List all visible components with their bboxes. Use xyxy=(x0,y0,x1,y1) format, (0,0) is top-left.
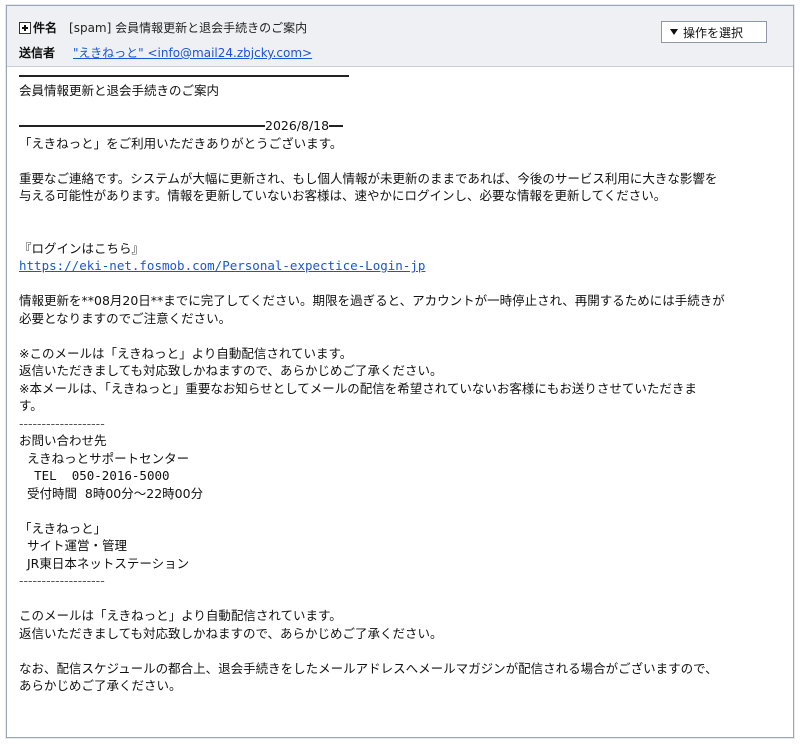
deadline-line: 情報更新を**08月20日**までに完了してください。期限を過ぎると、アカウント… xyxy=(19,293,725,308)
notice-line: 与える可能性があります。情報を更新していないお客様は、速やかにログインし、必要な… xyxy=(19,188,667,203)
contact-heading: お問い合わせ先 xyxy=(19,433,107,448)
footer-line: このメールは「えきねっと」より自動配信されています。 xyxy=(19,608,342,623)
subject-row: 件名 [spam] 会員情報更新と退会手続きのご案内 xyxy=(19,19,307,36)
contact-hours: 受付時間 8時00分～22時00分 xyxy=(19,485,204,501)
top-rule xyxy=(19,75,349,77)
auto-notice-line: 返信いただきましても対応致しかねますので、あらかじめご了承ください。 xyxy=(19,363,443,378)
contact-tel: TEL 050-2016-5000 xyxy=(19,468,170,483)
notice-line: 重要なご連絡です。システムが大幅に更新され、もし個人情報が未更新のままであれば、… xyxy=(19,170,718,186)
email-date: 2026/8/18 xyxy=(265,118,330,133)
email-window: 件名 [spam] 会員情報更新と退会手続きのご案内 送信者 "えきねっと" <… xyxy=(6,5,794,738)
org-name: 「えきねっと」 xyxy=(19,520,107,536)
login-heading: 『ログインはこちら』 xyxy=(19,240,145,256)
contact-center: えきねっとサポートセンター xyxy=(19,450,190,466)
divider: ------------------- xyxy=(19,573,105,588)
subject-text: [spam] 会員情報更新と退会手続きのご案内 xyxy=(69,21,308,35)
action-select-label: 操作を選択 xyxy=(683,25,744,40)
footer-line: 返信いただきましても対応致しかねますので、あらかじめご了承ください。 xyxy=(19,625,443,641)
date-line: 2026/8/18 xyxy=(19,117,787,135)
auto-notice-line: ※本メールは、「えきねっと」重要なお知らせとしてメールの配信を希望されていないお… xyxy=(19,380,697,396)
footer-line: なお、配信スケジュールの都合上、退会手続きをしたメールアドレスへメールマガジンが… xyxy=(19,660,718,676)
email-title: 会員情報更新と退会手続きのご案内 xyxy=(19,83,220,98)
action-select[interactable]: 操作を選択 xyxy=(661,21,767,43)
auto-notice-line: ※このメールは「えきねっと」より自動配信されています。 xyxy=(19,345,353,361)
subject-label: 件名 xyxy=(33,21,58,35)
email-header: 件名 [spam] 会員情報更新と退会手続きのご案内 送信者 "えきねっと" <… xyxy=(7,6,793,67)
deadline-line: 必要となりますのでご注意ください。 xyxy=(19,310,232,326)
expand-icon[interactable] xyxy=(19,21,31,34)
org-dept: サイト運営・管理 xyxy=(19,538,127,553)
footer-line: あらかじめご了承ください。 xyxy=(19,678,182,693)
chevron-down-icon xyxy=(670,29,678,35)
org-company: JR東日本ネットステーション xyxy=(19,555,190,571)
email-body: 会員情報更新と退会手続きのご案内 2026/8/18 「えきねっと」をご利用いた… xyxy=(19,68,787,695)
divider: ------------------- xyxy=(19,415,105,431)
sender-row: 送信者 "えきねっと" <info@mail24.zbjcky.com> xyxy=(19,44,312,61)
sender-link[interactable]: "えきねっと" <info@mail24.zbjcky.com> xyxy=(73,44,312,61)
login-link[interactable]: https://eki-net.fosmob.com/Personal-expe… xyxy=(19,257,787,275)
sender-label: 送信者 xyxy=(19,46,56,60)
greeting: 「えきねっと」をご利用いただきありがとうございます。 xyxy=(19,135,343,151)
auto-notice-line: す。 xyxy=(19,398,43,413)
